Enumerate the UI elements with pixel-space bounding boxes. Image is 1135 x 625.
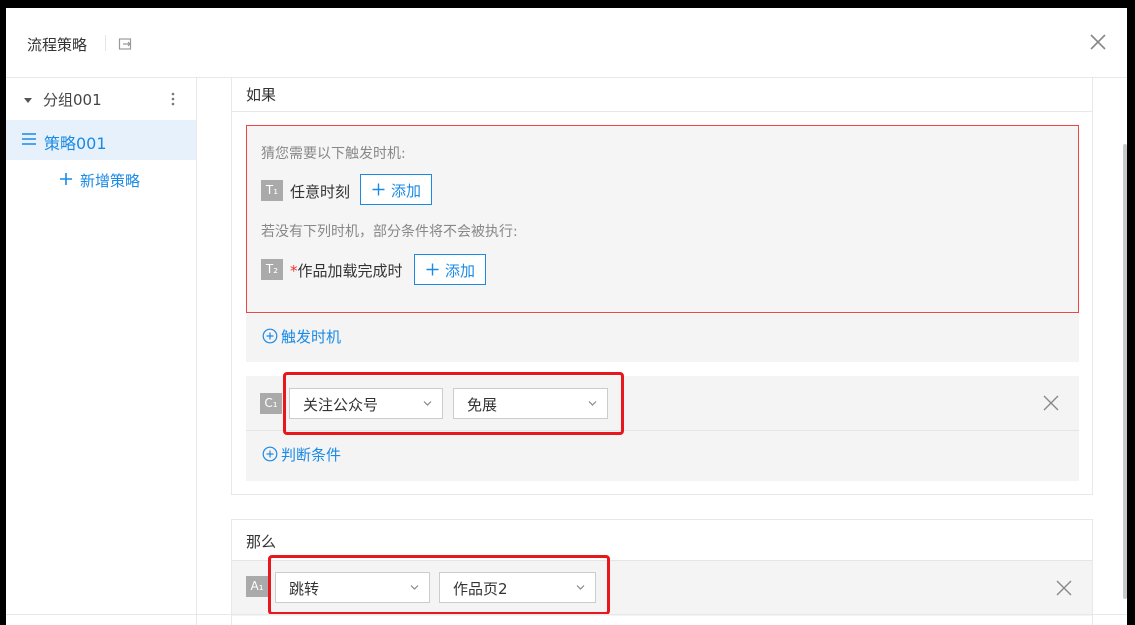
- highlight-frame: [268, 555, 610, 615]
- close-icon[interactable]: [1088, 32, 1108, 52]
- export-icon[interactable]: [118, 36, 134, 52]
- close-icon[interactable]: [1043, 395, 1059, 411]
- dialog-header: 流程策略: [6, 8, 1127, 78]
- if-title: 如果: [246, 86, 277, 104]
- trigger-badge: T₂: [261, 259, 283, 280]
- required-mark: *: [290, 262, 298, 280]
- add-condition-label: 判断条件: [281, 446, 342, 464]
- trigger-box: 猜您需要以下触发时机: T₁ 任意时刻 添加 若没有下列时机，部分条件将不会被执…: [246, 125, 1079, 313]
- dialog-title: 流程策略: [27, 36, 88, 54]
- plus-circle-icon: [262, 328, 278, 344]
- sidebar-group[interactable]: 分组001: [6, 84, 196, 114]
- trigger-label: *作品加载完成时: [290, 260, 403, 281]
- divider: [232, 111, 1092, 112]
- hint-missing: 若没有下列时机，部分条件将不会被执行:: [261, 224, 518, 240]
- condition-badge: C₁: [260, 393, 282, 414]
- sidebar: 分组001 策略001 新增策略: [6, 78, 197, 625]
- header-divider: [105, 35, 106, 51]
- highlight-frame: [283, 372, 624, 435]
- trigger-badge: T₁: [261, 180, 283, 201]
- close-icon[interactable]: [1056, 580, 1072, 596]
- scrollbar[interactable]: [1123, 144, 1127, 599]
- strategy-dialog: 流程策略 分组001 策略001 新增策略 如果 猜您需要以下触发时机: T₁ …: [6, 8, 1127, 625]
- hint-guess: 猜您需要以下触发时机:: [261, 146, 406, 162]
- caret-down-icon[interactable]: [24, 98, 32, 103]
- trigger2-text: 作品加载完成时: [297, 262, 403, 280]
- group-label: 分组001: [43, 91, 102, 109]
- add-label: 添加: [445, 262, 476, 280]
- plus-circle-icon: [262, 446, 278, 462]
- plus-icon: [60, 173, 72, 185]
- divider: [6, 614, 1127, 615]
- add-label: 添加: [391, 182, 422, 200]
- sidebar-item-strategy[interactable]: 策略001: [6, 120, 196, 160]
- add-trigger1-button[interactable]: 添加: [360, 174, 432, 205]
- main-content: 如果 猜您需要以下触发时机: T₁ 任意时刻 添加 若没有下列时机，部分条件将不…: [198, 78, 1127, 625]
- trigger-label: 任意时刻: [290, 183, 351, 201]
- strategy-label: 策略001: [44, 134, 107, 153]
- menu-icon: [22, 133, 36, 145]
- add-trigger-strip: 触发时机: [246, 314, 1079, 362]
- add-strategy-label: 新增策略: [80, 172, 141, 190]
- add-trigger2-button[interactable]: 添加: [414, 254, 486, 285]
- then-title: 那么: [246, 533, 277, 551]
- add-trigger-label: 触发时机: [281, 328, 342, 346]
- plus-icon: [372, 183, 385, 196]
- more-vertical-icon[interactable]: [166, 89, 180, 109]
- action-badge: A₁: [246, 576, 268, 597]
- plus-icon: [426, 263, 439, 276]
